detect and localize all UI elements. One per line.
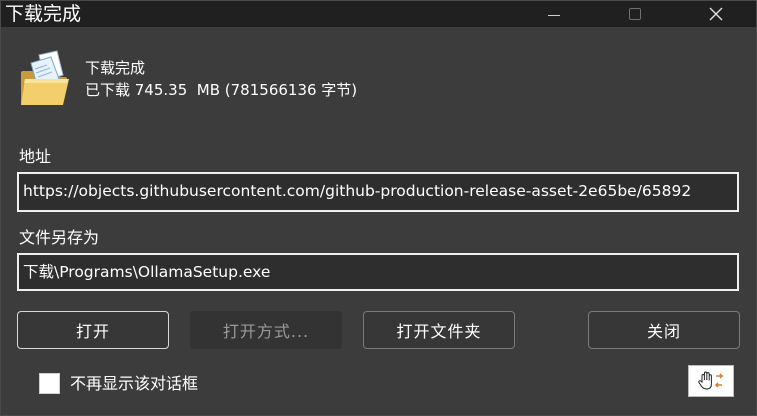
dont-show-again-checkbox[interactable] (39, 373, 60, 394)
minimize-button[interactable] (531, 1, 577, 27)
status-title: 下载完成 (85, 59, 146, 77)
save-path-field[interactable]: 下载\Programs\OllamaSetup.exe (17, 253, 739, 291)
open-button[interactable]: 打开 (17, 311, 169, 349)
drag-tool-button[interactable] (688, 365, 734, 397)
dont-show-again-label: 不再显示该对话框 (70, 373, 199, 393)
save-as-label: 文件另存为 (19, 228, 100, 247)
window-title: 下载完成 (5, 3, 82, 25)
hand-drag-icon (698, 371, 724, 390)
download-complete-dialog: 下载完成 下载完成 已下载 745.35 MB (781566136 字节) 地… (0, 0, 757, 416)
minimize-icon (548, 14, 560, 16)
close-icon (709, 7, 723, 21)
close-window-button[interactable] (693, 1, 739, 27)
open-folder-button[interactable]: 打开文件夹 (363, 311, 515, 349)
url-field[interactable]: https://objects.githubusercontent.com/gi… (17, 172, 739, 212)
maximize-button[interactable] (612, 1, 658, 27)
maximize-icon (629, 8, 641, 20)
download-size-text: 已下载 745.35 MB (781566136 字节) (85, 81, 358, 99)
dont-show-again-option[interactable]: 不再显示该对话框 (39, 373, 198, 394)
url-label: 地址 (19, 147, 52, 166)
folder-icon (21, 50, 69, 105)
open-with-button[interactable]: 打开方式... (190, 311, 342, 349)
close-button[interactable]: 关闭 (588, 311, 740, 349)
title-bar[interactable]: 下载完成 (1, 1, 756, 27)
